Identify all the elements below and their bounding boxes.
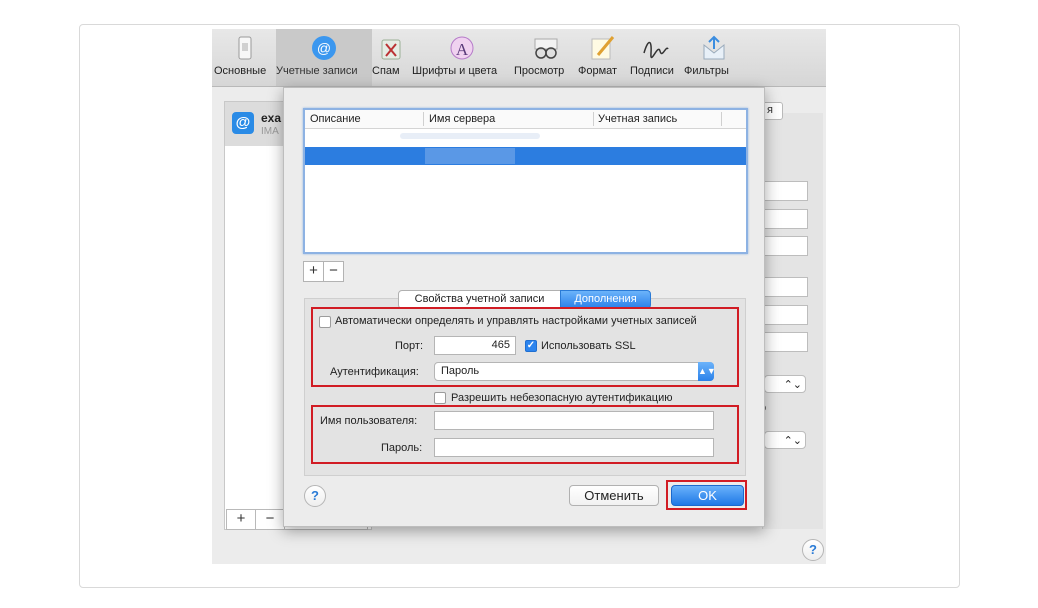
- toolbar-accounts[interactable]: @ Учетные записи: [276, 29, 372, 86]
- prefs-help-button[interactable]: ?: [802, 539, 824, 561]
- at-icon: @: [312, 36, 336, 60]
- remove-account-button[interactable]: −: [323, 262, 343, 281]
- add-account-button[interactable]: +: [304, 262, 323, 281]
- allow-insecure-checkbox[interactable]: [434, 392, 446, 404]
- background-field-6[interactable]: [764, 332, 808, 352]
- toolbar-signatures[interactable]: Подписи: [630, 29, 682, 86]
- toolbar-viewing[interactable]: Просмотр: [514, 29, 578, 86]
- background-field-4[interactable]: [764, 277, 808, 297]
- accounts-table: Описание Имя сервера Учетная запись: [303, 108, 748, 254]
- account-at-icon: @: [232, 112, 254, 134]
- highlight-box-port-auth: [311, 307, 739, 387]
- background-field-3[interactable]: [764, 236, 808, 256]
- preferences-toolbar: Основные @ Учетные записи Спам A Шрифты …: [212, 29, 826, 87]
- toolbar-fonts-colors[interactable]: A Шрифты и цвета: [412, 29, 512, 86]
- svg-text:@: @: [317, 40, 331, 56]
- background-field-2[interactable]: [764, 209, 808, 229]
- toolbar-composing[interactable]: Формат: [578, 29, 626, 86]
- column-divider: [721, 112, 722, 126]
- column-divider: [423, 112, 424, 126]
- font-icon: A: [450, 36, 474, 60]
- toolbar-spam[interactable]: Спам: [372, 29, 410, 86]
- sidebar-account-type: IMA: [261, 126, 279, 137]
- cancel-button[interactable]: Отменить: [569, 485, 659, 506]
- highlight-box-credentials: [311, 405, 739, 464]
- pencil-icon: [591, 36, 615, 60]
- background-select-1[interactable]: ⌃⌄: [764, 375, 806, 393]
- account-settings-sheet: Описание Имя сервера Учетная запись + − С…: [283, 87, 765, 527]
- toolbar-rules[interactable]: Фильтры: [684, 29, 744, 86]
- sidebar-remove-button[interactable]: −: [255, 509, 285, 530]
- background-field-5[interactable]: [764, 305, 808, 325]
- column-server-name[interactable]: Имя сервера: [429, 113, 495, 125]
- highlight-box-ok: [666, 480, 747, 510]
- background-field-1[interactable]: [764, 181, 808, 201]
- toolbar-general[interactable]: Основные: [214, 29, 276, 86]
- column-description[interactable]: Описание: [310, 113, 361, 125]
- sidebar-account-name: exa: [261, 111, 282, 125]
- column-divider: [593, 112, 594, 126]
- switch-icon: [238, 36, 252, 60]
- trash-icon: [381, 39, 401, 60]
- table-add-remove-control: + −: [303, 261, 344, 282]
- svg-text:A: A: [456, 40, 469, 59]
- background-select-2[interactable]: ⌃⌄: [764, 431, 806, 449]
- sheet-help-button[interactable]: ?: [304, 485, 326, 507]
- blurred-row[interactable]: [400, 133, 540, 139]
- filter-icon: [703, 35, 725, 60]
- selected-table-row[interactable]: [305, 147, 746, 165]
- glasses-icon: [534, 38, 558, 59]
- allow-insecure-label: Разрешить небезопасную аутентификацию: [451, 392, 673, 404]
- column-account[interactable]: Учетная запись: [598, 113, 677, 125]
- signature-icon: [643, 41, 669, 59]
- accounts-table-header: Описание Имя сервера Учетная запись: [305, 110, 746, 129]
- blurred-cell: [425, 148, 515, 164]
- sidebar-add-button[interactable]: +: [226, 509, 256, 530]
